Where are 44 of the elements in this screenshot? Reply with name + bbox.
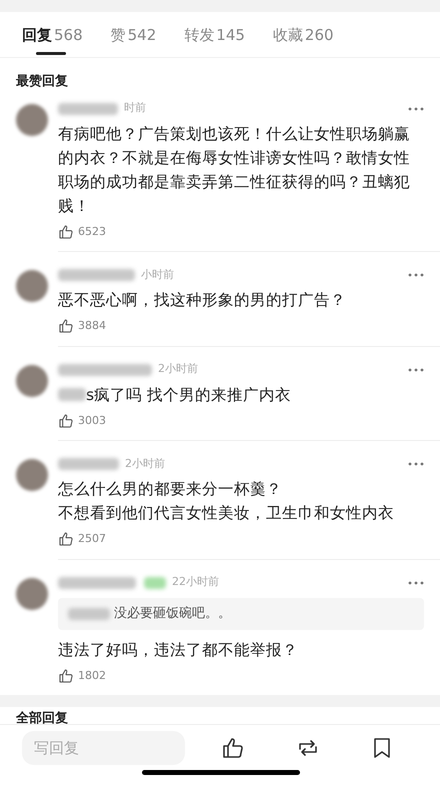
thumbs-up-icon bbox=[58, 668, 74, 684]
comment-text: 怎么什么男的都要来分一杯羹？ bbox=[58, 479, 282, 500]
timestamp: 2小时前 bbox=[158, 361, 198, 378]
avatar[interactable] bbox=[16, 459, 48, 491]
timestamp: 时前 bbox=[124, 100, 146, 116]
avatar[interactable] bbox=[16, 578, 48, 610]
more-icon[interactable] bbox=[408, 273, 424, 277]
avatar[interactable] bbox=[16, 104, 48, 136]
thumbs-up-icon bbox=[58, 531, 74, 548]
more-icon[interactable] bbox=[408, 580, 424, 584]
bookmark-icon[interactable] bbox=[372, 737, 392, 759]
quote-text: 没必要砸饭碗吧。。 bbox=[114, 604, 231, 623]
tab[interactable]: 赞 542 bbox=[110, 24, 156, 58]
tab[interactable]: 回复568 bbox=[22, 24, 83, 58]
like-button[interactable]: 3003 bbox=[58, 412, 106, 429]
timestamp: 22小时前 bbox=[172, 574, 219, 590]
more-icon[interactable] bbox=[408, 368, 424, 372]
thumbs-up-icon[interactable] bbox=[220, 736, 245, 760]
blurred-name bbox=[58, 458, 119, 470]
like-button[interactable]: 1802 bbox=[58, 668, 106, 684]
like-button[interactable]: 3884 bbox=[58, 318, 106, 334]
comment-text: 有病吧他？广告策划也该死！什么让女性职场躺赢的内衣？不就是在侮辱女性诽谤女性吗？敢情女性职场的成功都是靠卖弄第二性征获得的吗？丑螭犯贱！ bbox=[58, 124, 411, 216]
avatar[interactable] bbox=[16, 270, 48, 302]
timestamp: 小时前 bbox=[141, 266, 174, 283]
section-title: 全部回复 bbox=[15, 710, 69, 727]
comment-text: s疯了吗 找个男的来推广内衣 bbox=[86, 384, 292, 406]
like-button[interactable]: 2507 bbox=[58, 531, 106, 548]
thumbs-up-icon bbox=[58, 412, 74, 429]
comment-text: 违法了好吗，违法了都不能举报？ bbox=[58, 640, 298, 660]
blurred-name bbox=[58, 102, 118, 114]
comment-text: 不想看到他们代言女性美妆，卫生巾和女性内衣 bbox=[58, 503, 395, 524]
like-button[interactable]: 6523 bbox=[58, 224, 106, 240]
comment-text: 恶不恶心啊，找这种形象的男的打广告？ bbox=[58, 290, 346, 311]
more-icon[interactable] bbox=[408, 106, 424, 110]
tab[interactable]: 转发 145 bbox=[184, 24, 245, 58]
tab[interactable]: 收藏 260 bbox=[272, 24, 334, 58]
reply-field[interactable]: 写回复 bbox=[22, 731, 185, 765]
thumbs-up-icon bbox=[58, 318, 74, 334]
blurred-name bbox=[68, 608, 110, 620]
section-title: 最赞回复 bbox=[15, 73, 69, 91]
more-icon[interactable] bbox=[408, 462, 424, 466]
avatar[interactable] bbox=[16, 364, 48, 396]
timestamp: 2小时前 bbox=[125, 456, 165, 472]
thumbs-up-icon bbox=[58, 224, 74, 240]
